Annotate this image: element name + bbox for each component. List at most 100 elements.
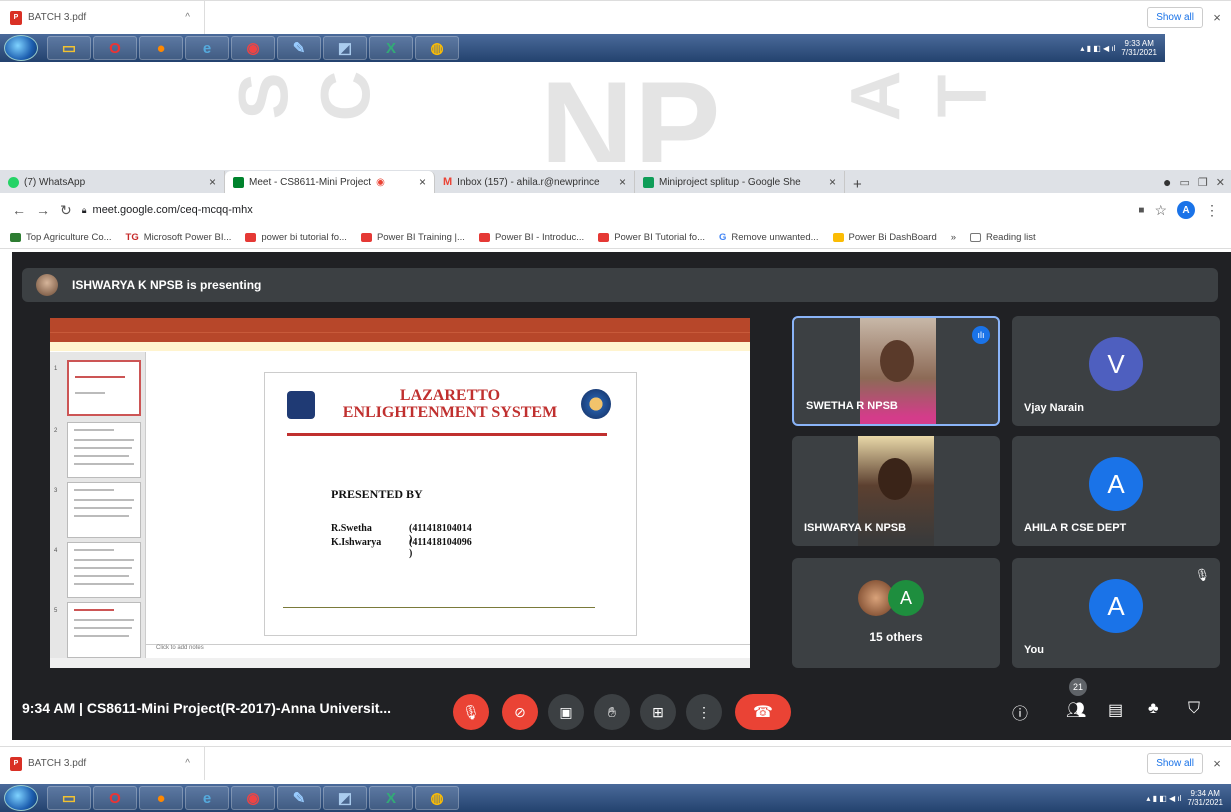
- chevron-up-icon[interactable]: ^: [185, 758, 190, 769]
- excel-icon[interactable]: X: [369, 786, 413, 810]
- explorer-icon[interactable]: ▭: [47, 786, 91, 810]
- thumbnail[interactable]: [67, 602, 141, 658]
- snipping-icon[interactable]: ◩: [323, 36, 367, 60]
- tile-you[interactable]: 🎙︎ A You: [1012, 558, 1220, 668]
- info-icon[interactable]: ⓘ: [1012, 700, 1028, 724]
- bookmark-agriculture[interactable]: Top Agriculture Co...: [10, 232, 112, 243]
- tray-icons[interactable]: ▴ ▮ ◧ ◀ ıl: [1146, 794, 1181, 803]
- thumbnail[interactable]: [67, 422, 141, 478]
- college-logo-left: [287, 391, 315, 419]
- chat-icon[interactable]: ▤: [1108, 700, 1123, 720]
- people-icon[interactable]: 👥︎: [1066, 700, 1086, 720]
- bookmark-remove[interactable]: G Remove unwanted...: [719, 232, 819, 243]
- taskbar-clock[interactable]: 9:34 AM 7/31/2021: [1187, 789, 1223, 807]
- pdf-icon: P: [10, 10, 22, 25]
- close-tab-icon[interactable]: ×: [829, 175, 836, 189]
- tile-swetha[interactable]: ılı SWETHA R NPSB: [792, 316, 1000, 426]
- pdf-icon: P: [10, 756, 22, 771]
- bookmark-pbi-intro[interactable]: Power BI - Introduc...: [478, 232, 584, 243]
- show-all-button[interactable]: Show all: [1147, 753, 1203, 774]
- paint-icon[interactable]: ✎: [277, 786, 321, 810]
- menu-icon[interactable]: ⋮: [1205, 202, 1219, 219]
- opera-gx-icon[interactable]: ◉: [231, 36, 275, 60]
- reading-list-icon: [970, 233, 982, 242]
- present-button[interactable]: ⊞: [640, 694, 676, 730]
- bookmark-pbi-training[interactable]: Power BI Training |...: [360, 232, 465, 243]
- explorer-icon[interactable]: ▭: [47, 36, 91, 60]
- tab-meet[interactable]: Meet - CS8611-Mini Project ◉ ×: [225, 171, 435, 193]
- download-filename: BATCH 3.pdf: [28, 12, 87, 23]
- thumbnail[interactable]: [67, 360, 141, 416]
- opera-gx-icon[interactable]: ◉: [231, 786, 275, 810]
- close-window-button[interactable]: ✕: [1216, 176, 1225, 189]
- activities-icon[interactable]: ♣: [1148, 700, 1159, 718]
- download-item-batch3[interactable]: P BATCH 3.pdf ^: [0, 1, 205, 34]
- reading-list[interactable]: Reading list: [970, 232, 1036, 243]
- start-button[interactable]: [4, 785, 38, 811]
- window-controls: ● ▭ ❐ ✕: [1163, 171, 1231, 193]
- bookmarks-overflow[interactable]: »: [951, 232, 956, 243]
- restore-button[interactable]: ❐: [1198, 176, 1208, 189]
- excel-icon[interactable]: X: [369, 36, 413, 60]
- chrome-icon[interactable]: ◍: [415, 786, 459, 810]
- camera-icon[interactable]: ■: [1138, 205, 1144, 216]
- bookmark-dashboard[interactable]: Power Bi DashBoard: [832, 232, 937, 243]
- browser-tab-strip: (7) WhatsApp × Meet - CS8611-Mini Projec…: [0, 170, 1231, 193]
- host-controls-icon[interactable]: ⛉: [1188, 700, 1200, 718]
- start-button[interactable]: [4, 35, 38, 61]
- new-tab-button[interactable]: +: [845, 176, 870, 193]
- captions-button[interactable]: ▣: [548, 694, 584, 730]
- raise-hand-button[interactable]: ✋︎: [594, 694, 630, 730]
- bottom-taskbar: ▭ O ● e ◉ ✎ ◩ X ◍ ▴ ▮ ◧ ◀ ıl 9:34 AM 7/3…: [0, 784, 1231, 812]
- tab-sheets[interactable]: Miniproject splitup - Google She ×: [635, 171, 845, 193]
- tile-vijay[interactable]: V Vjay Narain: [1012, 316, 1220, 426]
- tile-others[interactable]: A 15 others: [792, 558, 1000, 668]
- tile-ishwarya[interactable]: ISHWARYA K NPSB: [792, 436, 1000, 546]
- paint-icon[interactable]: ✎: [277, 36, 321, 60]
- more-options-button[interactable]: ⋮: [686, 694, 722, 730]
- firefox-icon[interactable]: ●: [139, 36, 183, 60]
- ie-icon[interactable]: e: [185, 786, 229, 810]
- close-download-bar-button[interactable]: ×: [1203, 756, 1231, 771]
- current-slide: LAZARETTO ENLIGHTENMENT SYSTEM PRESENTED…: [264, 372, 637, 636]
- whatsapp-icon: [8, 176, 19, 188]
- mic-toggle-button[interactable]: 🎙︎: [453, 694, 489, 730]
- mic-off-icon: 🎙︎: [1194, 568, 1210, 582]
- ie-icon[interactable]: e: [185, 36, 229, 60]
- chevron-up-icon[interactable]: ^: [185, 12, 190, 23]
- tab-inbox[interactable]: M Inbox (157) - ahila.r@newprince ×: [435, 171, 635, 193]
- bookmark-powerbi[interactable]: TG Microsoft Power BI...: [126, 232, 232, 243]
- bookmark-pbi-tutorial2[interactable]: Power BI Tutorial fo...: [598, 232, 705, 243]
- reload-icon[interactable]: ↻: [60, 202, 72, 219]
- close-download-bar-button[interactable]: ×: [1203, 10, 1231, 25]
- forward-icon[interactable]: →: [36, 202, 50, 218]
- profile-dot-icon[interactable]: ●: [1163, 174, 1171, 190]
- camera-toggle-button[interactable]: ⊘: [502, 694, 538, 730]
- firefox-icon[interactable]: ●: [139, 786, 183, 810]
- close-tab-icon[interactable]: ×: [419, 175, 426, 189]
- minimize-button[interactable]: ▭: [1180, 176, 1190, 189]
- opera-icon[interactable]: O: [93, 36, 137, 60]
- download-item-batch3[interactable]: P BATCH 3.pdf ^: [0, 747, 205, 780]
- snipping-icon[interactable]: ◩: [323, 786, 367, 810]
- thumbnail[interactable]: [67, 542, 141, 598]
- chrome-icon[interactable]: ◍: [415, 36, 459, 60]
- star-icon[interactable]: ☆: [1154, 202, 1167, 219]
- close-tab-icon[interactable]: ×: [209, 175, 216, 189]
- profile-avatar[interactable]: A: [1177, 201, 1195, 219]
- close-tab-icon[interactable]: ×: [619, 175, 626, 189]
- notes-pane[interactable]: Click to add notes: [146, 644, 750, 656]
- show-all-button[interactable]: Show all: [1147, 7, 1203, 28]
- ppt-notice-bar: [50, 342, 750, 351]
- opera-icon[interactable]: O: [93, 786, 137, 810]
- tray-icons[interactable]: ▴ ▮ ◧ ◀ ıl: [1080, 44, 1115, 53]
- end-call-button[interactable]: ☎︎: [735, 694, 791, 730]
- url-field[interactable]: 🔒︎ meet.google.com/ceq-mcqq-mhx: [82, 204, 1129, 216]
- tile-ahila[interactable]: A AHILA R CSE DEPT: [1012, 436, 1220, 546]
- taskbar-clock[interactable]: 9:33 AM 7/31/2021: [1121, 39, 1157, 57]
- back-icon[interactable]: ←: [12, 202, 26, 218]
- thumbnail[interactable]: [67, 482, 141, 538]
- participant-avatar: A: [1089, 457, 1143, 511]
- tab-whatsapp[interactable]: (7) WhatsApp ×: [0, 171, 225, 193]
- bookmark-pbi-tutorial[interactable]: power bi tutorial fo...: [245, 232, 347, 243]
